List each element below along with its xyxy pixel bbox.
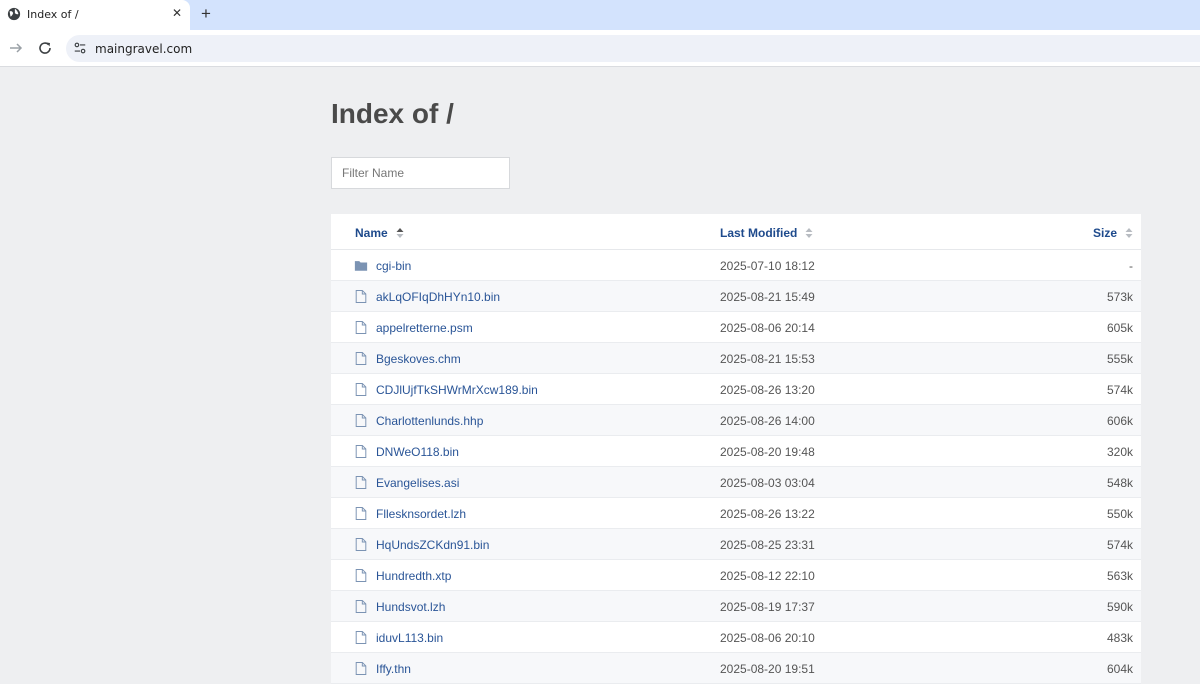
file-link[interactable]: Fllesknsordet.lzh xyxy=(376,507,466,521)
table-header: Name Last Modified Size xyxy=(331,214,1141,250)
file-size: 563k xyxy=(1106,569,1133,583)
modified-date: 2025-08-06 20:10 xyxy=(720,631,815,645)
size-header-label: Size xyxy=(1092,226,1117,240)
folder-icon xyxy=(354,261,368,271)
sort-icon xyxy=(1125,228,1133,238)
file-link[interactable]: HqUndsZCKdn91.bin xyxy=(376,538,489,552)
modified-date: 2025-08-12 22:10 xyxy=(720,569,815,583)
file-link[interactable]: Evangelises.asi xyxy=(376,476,459,490)
file-size: 483k xyxy=(1106,631,1133,645)
sort-by-name-header[interactable]: Name xyxy=(355,226,404,240)
sort-icon xyxy=(396,228,404,238)
file-icon xyxy=(355,506,367,521)
file-link[interactable]: CDJlUjfTkSHWrMrXcw189.bin xyxy=(376,383,538,397)
sort-by-size-header[interactable]: Size xyxy=(1093,226,1133,240)
modified-date: 2025-07-10 18:12 xyxy=(720,259,815,273)
modified-date: 2025-08-26 13:20 xyxy=(720,383,815,397)
table-row: cgi-bin 2025-07-10 18:12 - xyxy=(331,250,1141,281)
modified-date: 2025-08-20 19:48 xyxy=(720,445,815,459)
modified-date: 2025-08-21 15:49 xyxy=(720,290,815,304)
file-icon xyxy=(355,351,367,366)
file-link[interactable]: Bgeskoves.chm xyxy=(376,352,461,366)
table-row: Hundredth.xtp 2025-08-12 22:10 563k xyxy=(331,560,1141,591)
file-link[interactable]: DNWeO118.bin xyxy=(376,445,459,459)
modified-date: 2025-08-03 03:04 xyxy=(720,476,815,490)
table-body: cgi-bin 2025-07-10 18:12 - akLqOFIqDhHYn10.… xyxy=(331,250,1141,684)
file-link[interactable]: Charlottenlunds.hhp xyxy=(376,414,483,428)
file-link[interactable]: appelretterne.psm xyxy=(376,321,473,335)
file-size: - xyxy=(1129,259,1133,273)
browser-toolbar: maingravel.com xyxy=(0,30,1200,67)
file-size: 574k xyxy=(1106,383,1133,397)
modified-date: 2025-08-26 14:00 xyxy=(720,414,815,428)
file-icon xyxy=(355,413,367,428)
table-row: akLqOFIqDhHYn10.bin 2025-08-21 15:49 573k xyxy=(331,281,1141,312)
file-icon xyxy=(355,382,367,397)
table-row: DNWeO118.bin 2025-08-20 19:48 320k xyxy=(331,436,1141,467)
file-icon xyxy=(355,537,367,552)
site-settings-icon[interactable] xyxy=(73,41,87,55)
address-bar[interactable]: maingravel.com xyxy=(66,35,1200,62)
modified-header-label: Last Modified xyxy=(720,226,798,240)
file-icon xyxy=(355,661,367,676)
file-link[interactable]: Iffy.thn xyxy=(376,662,411,676)
page-content: Index of / Name Last Modified Size cgi-b… xyxy=(0,68,1200,684)
reload-icon[interactable] xyxy=(37,40,53,56)
table-row: Charlottenlunds.hhp 2025-08-26 14:00 606k xyxy=(331,405,1141,436)
file-size: 548k xyxy=(1106,476,1133,490)
file-size: 590k xyxy=(1106,600,1133,614)
file-size: 573k xyxy=(1106,290,1133,304)
sort-by-modified-header[interactable]: Last Modified xyxy=(720,226,813,240)
table-row: CDJlUjfTkSHWrMrXcw189.bin 2025-08-26 13:2… xyxy=(331,374,1141,405)
file-link[interactable]: Hundsvot.lzh xyxy=(376,600,445,614)
file-size: 605k xyxy=(1106,321,1133,335)
browser-tab[interactable]: Index of / ✕ xyxy=(0,0,190,30)
file-link[interactable]: cgi-bin xyxy=(376,259,411,273)
file-icon xyxy=(355,568,367,583)
table-row: appelretterne.psm 2025-08-06 20:14 605k xyxy=(331,312,1141,343)
file-link[interactable]: iduvL113.bin xyxy=(376,631,443,645)
table-row: Hundsvot.lzh 2025-08-19 17:37 590k xyxy=(331,591,1141,622)
modified-date: 2025-08-26 13:22 xyxy=(720,507,815,521)
page-title: Index of / xyxy=(331,98,454,129)
globe-icon xyxy=(7,7,21,21)
close-tab-icon[interactable]: ✕ xyxy=(170,6,184,20)
file-icon xyxy=(355,289,367,304)
tab-strip: Index of / ✕ + xyxy=(0,0,1200,30)
modified-date: 2025-08-06 20:14 xyxy=(720,321,815,335)
modified-date: 2025-08-20 19:51 xyxy=(720,662,815,676)
modified-date: 2025-08-19 17:37 xyxy=(720,600,815,614)
table-row: Evangelises.asi 2025-08-03 03:04 548k xyxy=(331,467,1141,498)
file-icon xyxy=(355,630,367,645)
table-row: Bgeskoves.chm 2025-08-21 15:53 555k xyxy=(331,343,1141,374)
new-tab-button[interactable]: + xyxy=(197,5,215,23)
file-size: 320k xyxy=(1106,445,1133,459)
file-link[interactable]: Hundredth.xtp xyxy=(376,569,451,583)
forward-arrow-icon[interactable] xyxy=(8,40,24,56)
table-row: HqUndsZCKdn91.bin 2025-08-25 23:31 574k xyxy=(331,529,1141,560)
file-size: 604k xyxy=(1106,662,1133,676)
tab-title: Index of / xyxy=(27,8,79,21)
modified-date: 2025-08-25 23:31 xyxy=(720,538,815,552)
url-text: maingravel.com xyxy=(95,42,193,56)
file-table: Name Last Modified Size cgi-bin 2025-07-1… xyxy=(331,214,1141,684)
file-size: 574k xyxy=(1106,538,1133,552)
table-row: Iffy.thn 2025-08-20 19:51 604k xyxy=(331,653,1141,684)
sort-icon xyxy=(805,228,813,238)
file-size: 606k xyxy=(1106,414,1133,428)
file-icon xyxy=(355,444,367,459)
file-icon xyxy=(355,320,367,335)
file-size: 550k xyxy=(1106,507,1133,521)
table-row: iduvL113.bin 2025-08-06 20:10 483k xyxy=(331,622,1141,653)
modified-date: 2025-08-21 15:53 xyxy=(720,352,815,366)
name-header-label: Name xyxy=(355,226,388,240)
file-link[interactable]: akLqOFIqDhHYn10.bin xyxy=(376,290,500,304)
file-size: 555k xyxy=(1106,352,1133,366)
filter-name-input[interactable] xyxy=(331,157,510,189)
file-icon xyxy=(355,475,367,490)
file-icon xyxy=(355,599,367,614)
table-row: Fllesknsordet.lzh 2025-08-26 13:22 550k xyxy=(331,498,1141,529)
